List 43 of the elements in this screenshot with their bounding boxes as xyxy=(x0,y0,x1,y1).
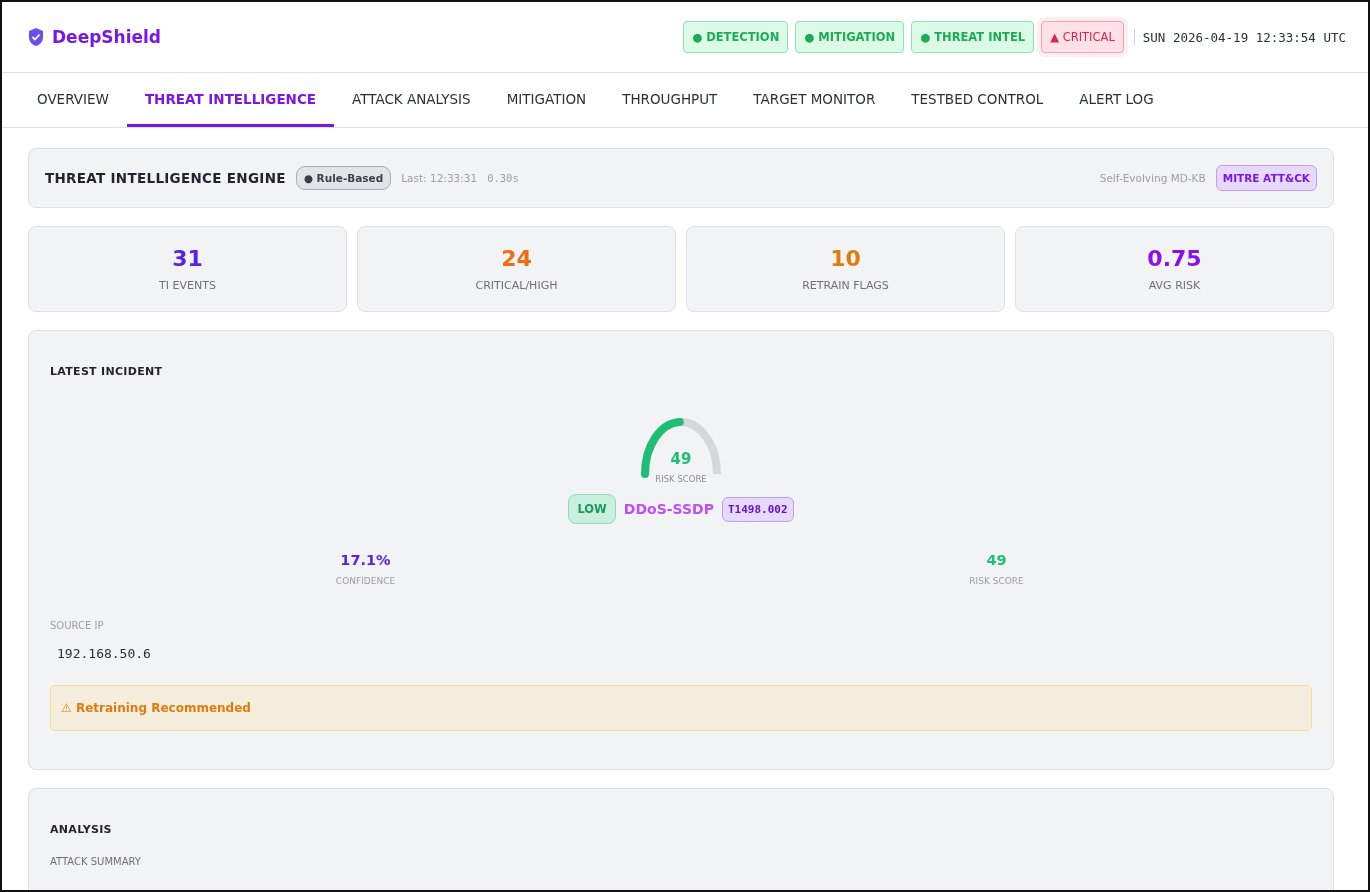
stat-label: TI EVENTS xyxy=(159,279,216,292)
shield-icon xyxy=(28,28,44,46)
status-badge: ● DETECTION xyxy=(683,21,789,53)
stat-label: RETRAIN FLAGS xyxy=(802,279,889,292)
field-label: SOURCE IP xyxy=(50,620,105,631)
technique-badge: T1498.002 xyxy=(722,496,794,522)
metric-label: RISK SCORE xyxy=(969,576,1024,586)
section-title: LATEST INCIDENT xyxy=(50,365,164,378)
stat-label: CRITICAL/HIGH xyxy=(475,279,558,292)
brand-name: DeepShield xyxy=(52,27,162,47)
nav-tab[interactable]: THREAT INTELLIGENCE xyxy=(126,73,335,127)
field-label: ATTACK SUMMARY xyxy=(50,856,142,867)
stat-value: 0.75 xyxy=(1147,246,1202,271)
metric-value: 17.1% xyxy=(340,552,391,568)
last-update: Last: 12:33:31 xyxy=(401,172,478,184)
nav-tab[interactable]: MITIGATION xyxy=(488,73,605,127)
stat-value: 10 xyxy=(830,246,861,271)
status-badge: ● THREAT INTEL xyxy=(911,21,1035,53)
nav-tab[interactable]: OVERVIEW xyxy=(19,73,127,127)
section-title: ANALYSIS xyxy=(50,823,113,836)
nav-tab[interactable]: THROUGHPUT xyxy=(604,73,736,127)
stat-value: 24 xyxy=(501,246,532,271)
engine-title: THREAT INTELLIGENCE ENGINE xyxy=(45,170,286,186)
stat-value: 31 xyxy=(172,246,203,271)
duration: 0.30s xyxy=(487,172,519,184)
metric-label: CONFIDENCE xyxy=(335,576,396,586)
mode-badge: ● Rule-Based xyxy=(295,166,392,190)
nav-tab[interactable]: TARGET MONITOR xyxy=(735,73,894,127)
gauge-label: RISK SCORE xyxy=(654,474,708,484)
nav-tab[interactable]: TESTBED CONTROL xyxy=(893,73,1062,127)
severity-badge: LOW xyxy=(568,494,616,524)
kb-label: Self-Evolving MD-KB xyxy=(1099,172,1206,184)
nav-tab[interactable]: ATTACK ANALYSIS xyxy=(334,73,489,127)
clock: SUN 2026-04-19 12:33:54 UTC xyxy=(1142,29,1346,45)
status-badge: ● MITIGATION xyxy=(795,21,905,53)
source-ip: 192.168.50.6 xyxy=(57,646,152,661)
metric-value: 49 xyxy=(986,552,1007,568)
warning-text: ⚠ Retraining Recommended xyxy=(61,701,251,715)
stat-label: AVG RISK xyxy=(1148,279,1201,292)
nav-tab[interactable]: ALERT LOG xyxy=(1061,73,1172,127)
gauge-value: 49 xyxy=(669,450,693,468)
attack-type: DDoS-SSDP xyxy=(623,501,714,517)
framework-badge: MITRE ATT&CK xyxy=(1215,165,1317,191)
